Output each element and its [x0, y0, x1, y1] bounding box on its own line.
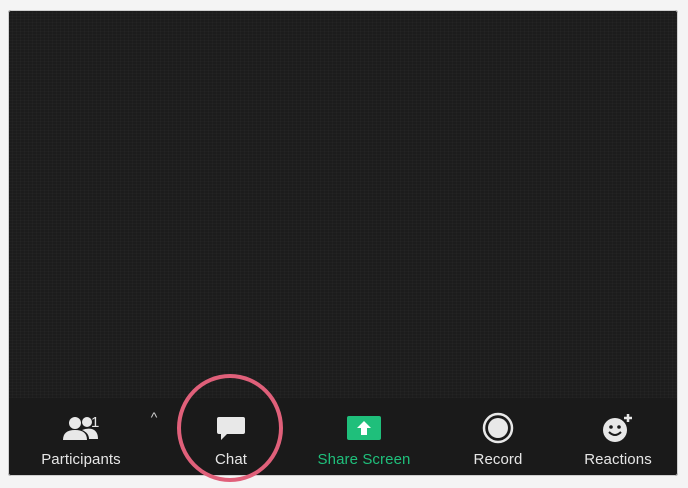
participant-count: 1 — [91, 414, 100, 431]
chat-button[interactable]: Chat — [201, 398, 261, 476]
chevron-up-icon[interactable]: ^ — [147, 410, 161, 424]
share-screen-button[interactable]: Share Screen — [308, 398, 420, 476]
reactions-label: Reactions — [584, 451, 652, 468]
participants-icon: 1 — [51, 408, 111, 448]
participants-button[interactable]: 1 Participants — [26, 398, 136, 476]
reactions-icon — [601, 408, 635, 448]
chat-label: Chat — [214, 451, 248, 468]
share-screen-label: Share Screen — [317, 451, 411, 468]
chat-icon — [215, 408, 247, 448]
meeting-toolbar: 1 Participants ^ Chat Share Screen Recor… — [8, 398, 678, 476]
record-label: Record — [473, 451, 523, 468]
meeting-window: 1 Participants ^ Chat Share Screen Recor… — [8, 10, 678, 476]
participants-label: Participants — [41, 451, 121, 468]
record-icon — [482, 408, 514, 448]
video-area — [8, 10, 678, 398]
share-screen-icon — [346, 408, 382, 448]
record-button[interactable]: Record — [463, 398, 533, 476]
reactions-button[interactable]: Reactions — [574, 398, 662, 476]
